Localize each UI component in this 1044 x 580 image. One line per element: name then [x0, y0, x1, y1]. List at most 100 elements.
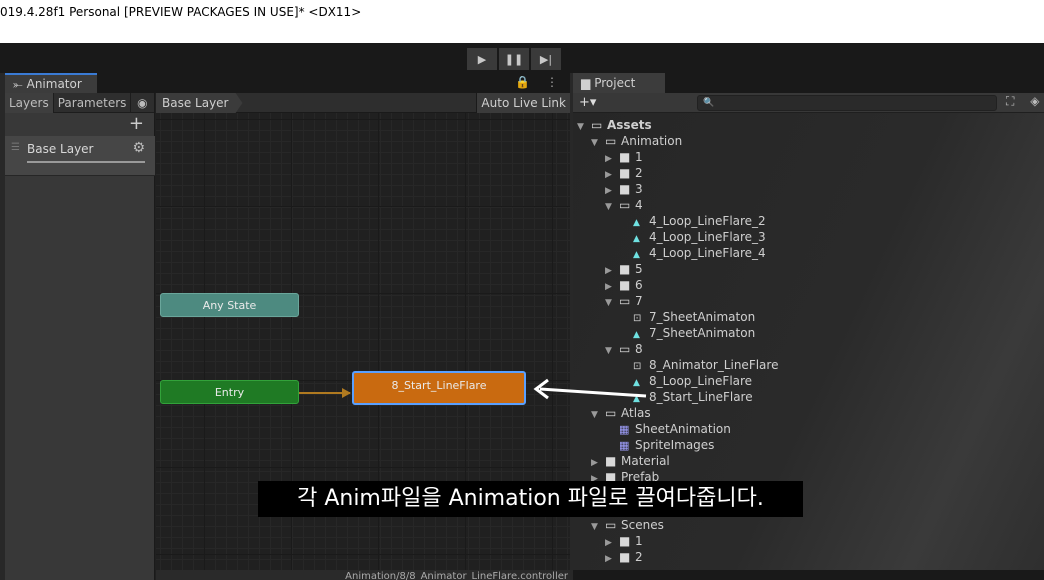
play-button[interactable]: ▶ — [467, 48, 497, 70]
project-tab-label: Project — [594, 76, 636, 90]
expand-arrow-icon[interactable]: ▼ — [605, 199, 619, 215]
expand-arrow-icon[interactable]: ▼ — [577, 119, 591, 135]
tree-item[interactable]: ▼ ▭ Assets — [577, 117, 652, 133]
tree-item-label: SheetAnimation — [635, 422, 731, 436]
filter-icons[interactable]: ⛶ ◈ — [1006, 94, 1044, 109]
tree-item[interactable]: ⊡ 8_Animator_LineFlare — [619, 357, 778, 373]
tree-item-label: Assets — [607, 118, 652, 132]
add-layer-button[interactable]: + — [129, 113, 144, 135]
tree-item-label: 8_Start_LineFlare — [649, 390, 753, 404]
tree-item[interactable]: ▼ ▭ 7 — [605, 293, 643, 309]
tree-item-label: Animation — [621, 134, 683, 148]
breadcrumb[interactable]: Base Layer — [156, 93, 243, 113]
project-toolbar: +▾ 🔍 ⛶ ◈ — [573, 93, 1044, 113]
drag-arrow-icon — [533, 378, 647, 400]
folder-open-icon: ▭ — [619, 342, 631, 356]
tree-item-label: Atlas — [621, 406, 651, 420]
tree-item-label: 8_Animator_LineFlare — [649, 358, 779, 372]
graph-header: Base Layer Auto Live Link — [156, 93, 570, 113]
tree-item[interactable]: ▶ ■ 2 — [605, 165, 643, 181]
controller-path: Animation/8/8_Animator_LineFlare.control… — [345, 571, 568, 580]
gear-icon[interactable]: ⚙ — [132, 140, 145, 156]
tree-item[interactable]: ▶ ■ 1 — [605, 533, 643, 549]
folder-open-icon: ▭ — [619, 198, 631, 212]
tree-item[interactable]: ▦ SheetAnimation — [605, 421, 731, 437]
tree-item[interactable]: ▼ ▭ Animation — [591, 133, 682, 149]
folder-icon: ■ — [605, 454, 617, 468]
collapse-arrow-icon[interactable]: ▶ — [605, 551, 619, 567]
expand-arrow-icon[interactable]: ▼ — [591, 519, 605, 535]
project-tabbar: ▆ Project — [573, 73, 1044, 93]
state-any-state[interactable]: Any State — [160, 293, 299, 317]
animator-tab-label: Animator — [26, 77, 82, 91]
layers-params-tabs: Layers Parameters ◉ — [5, 93, 154, 113]
tree-item[interactable]: ▼ ▭ 4 — [605, 197, 643, 213]
layer-item-base[interactable]: ☰ Base Layer ⚙ — [5, 136, 155, 176]
tree-item[interactable]: ▲ 4_Loop_LineFlare_4 — [619, 245, 766, 261]
expand-arrow-icon[interactable]: ▼ — [605, 295, 619, 311]
tree-item-label: 4_Loop_LineFlare_2 — [649, 214, 766, 228]
tree-item[interactable]: ▶ ■ 5 — [605, 261, 643, 277]
state-8-start-lineflare[interactable]: 8_Start_LineFlare — [352, 371, 526, 405]
tree-item[interactable]: ▼ ▭ Scenes — [591, 517, 664, 533]
tree-item[interactable]: ▶ ■ Material — [591, 453, 670, 469]
tree-item-label: Scenes — [621, 518, 664, 532]
tab-layers[interactable]: Layers — [5, 93, 54, 113]
folder-open-icon: ▭ — [605, 134, 617, 148]
folder-icon: ■ — [619, 150, 631, 164]
window-titlebar: 019.4.28f1 Personal [PREVIEW PACKAGES IN… — [0, 0, 1044, 43]
expand-arrow-icon[interactable]: ▼ — [591, 407, 605, 423]
folder-icon: ■ — [619, 550, 631, 564]
tree-item[interactable]: ▼ ▭ Atlas — [591, 405, 651, 421]
tree-item-label: 5 — [635, 262, 643, 276]
sprite-atlas-icon: ▦ — [619, 423, 630, 436]
folder-icon: ■ — [619, 182, 631, 196]
tree-item-label: 8 — [635, 342, 643, 356]
tree-item[interactable]: ▲ 4_Loop_LineFlare_2 — [619, 213, 766, 229]
animator-tab[interactable]: ⤜ Animator — [5, 73, 97, 93]
playback-controls: ▶ ❚❚ ▶| — [467, 48, 561, 70]
sprite-atlas-icon: ▦ — [619, 439, 630, 452]
tree-item[interactable]: ⊡ 7_SheetAnimaton — [619, 309, 755, 325]
search-input[interactable]: 🔍 — [697, 95, 997, 111]
tree-item-label: 7_SheetAnimaton — [649, 326, 756, 340]
tree-item[interactable]: ▦ SpriteImages — [605, 437, 714, 453]
folder-open-icon: ▭ — [605, 406, 617, 420]
animator-icon: ⤜ — [13, 76, 23, 91]
lock-icon[interactable]: 🔒 ⋮ — [515, 75, 564, 89]
expand-arrow-icon[interactable]: ▼ — [605, 343, 619, 359]
search-icon: 🔍 — [703, 98, 715, 108]
tree-item-label: 2 — [635, 550, 643, 564]
tree-item-label: 4 — [635, 198, 643, 212]
folder-icon: ■ — [619, 534, 631, 548]
transition-arrow-icon — [342, 388, 351, 398]
animator-tabbar: ⤜ Animator 🔒 ⋮ — [5, 73, 570, 93]
tree-item[interactable]: ▲ 4_Loop_LineFlare_3 — [619, 229, 766, 245]
tree-item[interactable]: ▶ ■ 1 — [605, 149, 643, 165]
state-entry[interactable]: Entry — [160, 380, 299, 404]
tab-parameters[interactable]: Parameters — [54, 93, 132, 113]
step-button[interactable]: ▶| — [531, 48, 561, 70]
folder-icon: ■ — [619, 166, 631, 180]
expand-arrow-icon[interactable]: ▼ — [591, 135, 605, 151]
subtitle-caption: 각 Anim파일을 Animation 파일로 끌여다줍니다. — [258, 481, 803, 517]
eye-icon[interactable]: ◉ — [131, 93, 153, 112]
tree-item-label: 7_SheetAnimaton — [649, 310, 756, 324]
tree-item[interactable]: ▶ ■ 2 — [605, 549, 643, 565]
tree-item[interactable]: ▼ ▭ 8 — [605, 341, 643, 357]
tree-item-label: 2 — [635, 166, 643, 180]
layer-name: Base Layer — [27, 142, 94, 156]
main-toolbar: ▶ ❚❚ ▶| — [0, 43, 1044, 73]
create-asset-button[interactable]: +▾ — [579, 93, 596, 113]
tree-item[interactable]: ▶ ■ 6 — [605, 277, 643, 293]
auto-live-link-button[interactable]: Auto Live Link — [476, 93, 570, 113]
pause-button[interactable]: ❚❚ — [499, 48, 529, 70]
layer-weight-bar — [27, 161, 145, 163]
tree-item[interactable]: ▲ 7_SheetAnimaton — [619, 325, 755, 341]
tree-item-label: 8_Loop_LineFlare — [649, 374, 753, 388]
folder-open-icon: ▭ — [605, 518, 617, 532]
project-tab[interactable]: ▆ Project — [573, 73, 665, 93]
folder-icon: ■ — [619, 262, 631, 276]
drag-handle-icon[interactable]: ☰ — [11, 142, 20, 153]
tree-item[interactable]: ▶ ■ 3 — [605, 181, 643, 197]
